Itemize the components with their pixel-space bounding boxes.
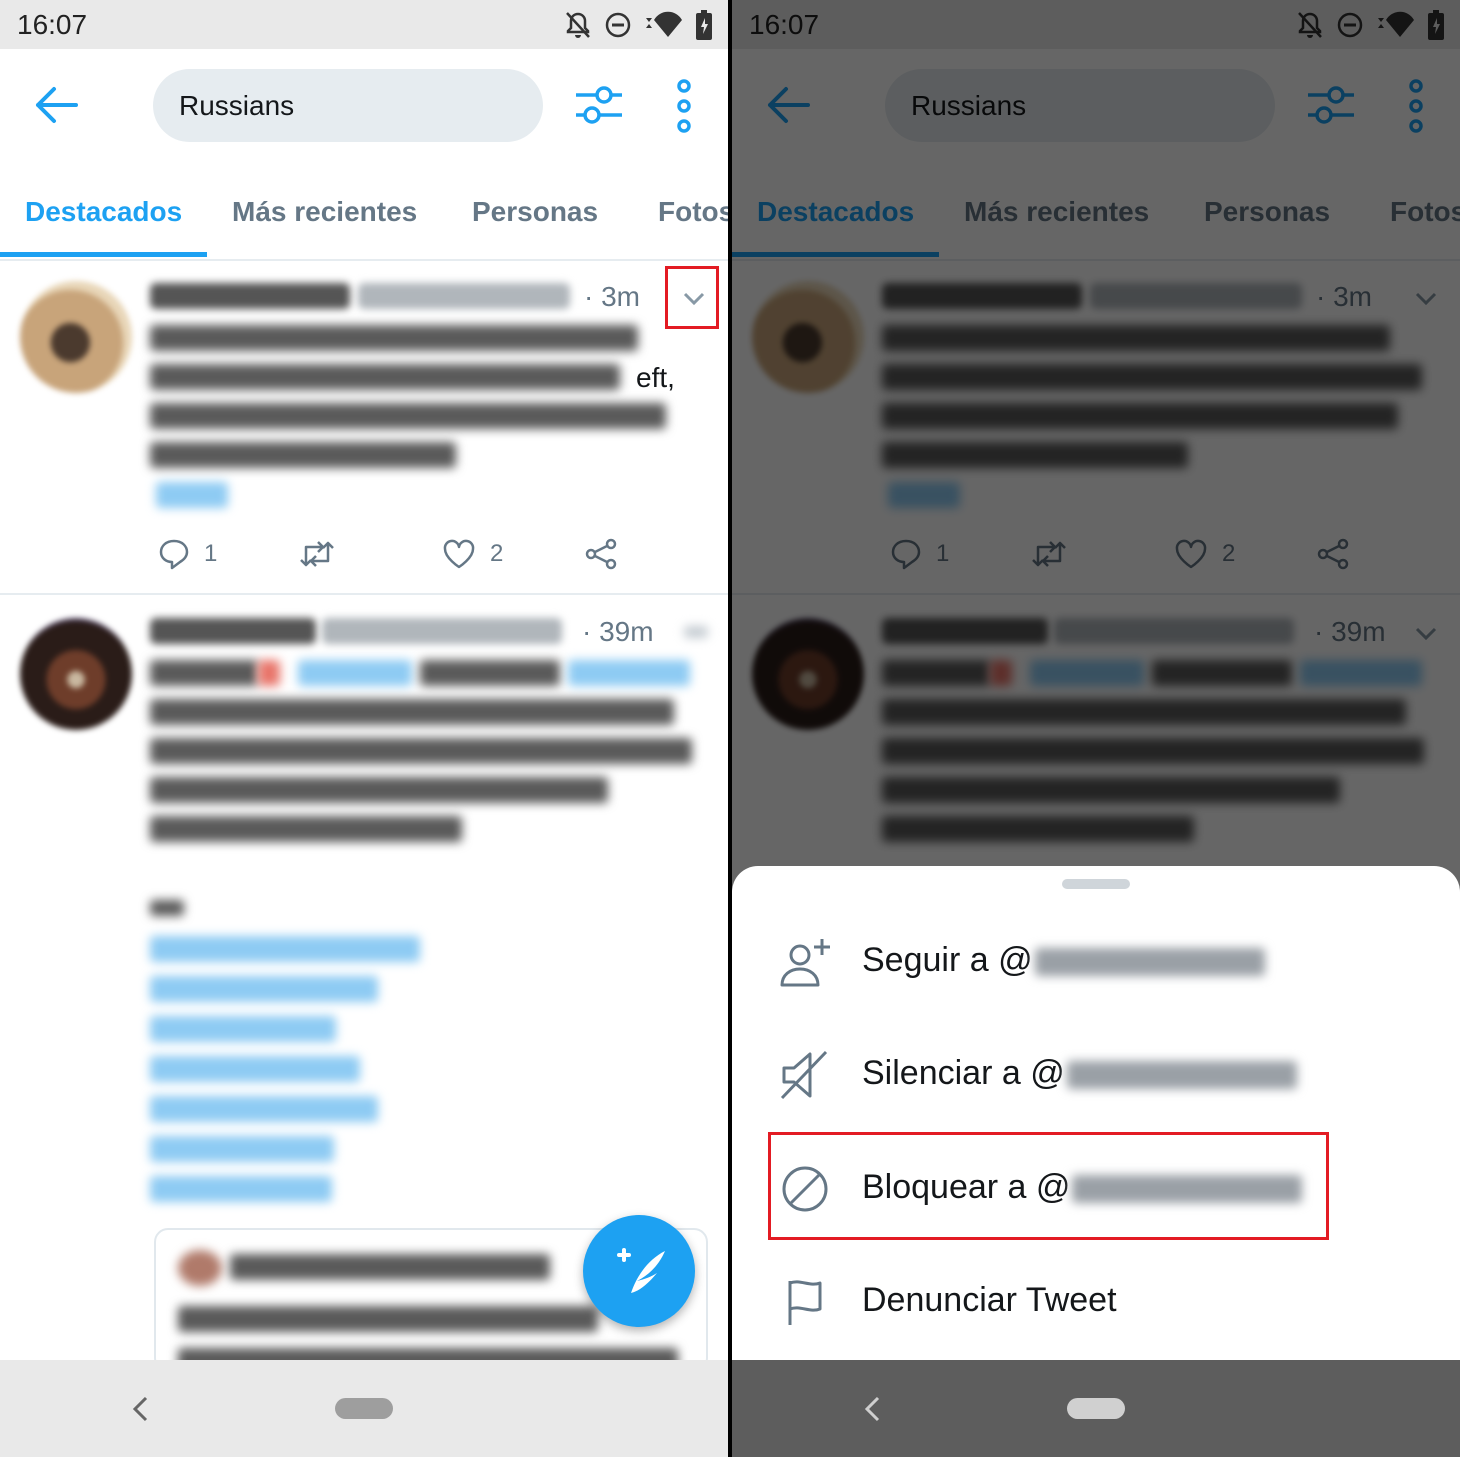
left-screen: 16:07 Russians Destacados Más recientes … — [0, 0, 728, 1457]
tweet-text-blurred — [150, 325, 638, 351]
highlight-box-chevron — [665, 266, 719, 329]
back-arrow-icon — [36, 87, 78, 123]
quoted-author-blurred — [230, 1254, 550, 1280]
search-filters-button[interactable] — [574, 83, 624, 127]
search-query: Russians — [179, 90, 295, 121]
tweet-text-blurred — [150, 699, 674, 725]
nav-home-button[interactable] — [335, 1398, 393, 1419]
hashtag-blurred[interactable] — [156, 482, 228, 508]
retweet-icon — [300, 541, 334, 567]
reply-button[interactable]: 1 — [158, 529, 217, 579]
share-icon — [585, 538, 617, 570]
mention-blurred[interactable] — [150, 1096, 378, 1122]
avatar — [178, 1250, 222, 1286]
mention-blurred[interactable] — [150, 1176, 332, 1202]
filter-sliders-icon — [576, 86, 622, 124]
tab-fotos[interactable]: Fotos — [658, 196, 728, 228]
tweet-text-blurred — [150, 900, 184, 916]
tweet-divider — [0, 593, 728, 595]
share-button[interactable] — [584, 529, 618, 579]
do-not-disturb-icon — [604, 11, 632, 39]
tab-personas[interactable]: Personas — [472, 196, 598, 228]
menu-item-label: Denunciar Tweet — [862, 1281, 1117, 1319]
tweet-actions: 1 2 — [0, 529, 728, 579]
mention-blurred[interactable] — [150, 976, 378, 1002]
nav-back-icon[interactable] — [862, 1395, 882, 1423]
tweet-text-blurred — [150, 442, 456, 468]
author-name-blurred[interactable] — [150, 283, 350, 309]
like-count: 2 — [490, 540, 504, 567]
handle-blurred — [1066, 1061, 1297, 1090]
menu-item-mute[interactable]: Silenciar a @ — [732, 1024, 1460, 1124]
search-toolbar: Russians — [0, 49, 728, 164]
quoted-text-blurred — [178, 1306, 598, 1332]
mention-blurred[interactable] — [568, 660, 690, 686]
menu-item-label: Seguir a @ — [862, 941, 1265, 980]
search-tabs: Destacados Más recientes Personas Fotos — [0, 164, 728, 261]
tweet-text-blurred — [420, 660, 560, 686]
flag-icon — [788, 1280, 822, 1325]
tweet-time: · 39m — [582, 616, 654, 647]
reply-icon — [159, 539, 189, 570]
back-button[interactable] — [32, 85, 82, 125]
mention-blurred[interactable] — [150, 936, 420, 962]
status-icons — [564, 8, 712, 42]
avatar[interactable] — [20, 281, 132, 393]
compose-tweet-button[interactable] — [583, 1215, 695, 1327]
status-bar: 16:07 — [0, 0, 728, 49]
tweet-options-sheet: Seguir a @ Silenciar a @ Bloquear a @ De… — [732, 866, 1460, 1360]
mute-icon — [780, 1050, 828, 1100]
avatar[interactable] — [20, 618, 132, 730]
active-tab-indicator — [0, 252, 207, 257]
tab-destacados[interactable]: Destacados — [25, 196, 182, 228]
tweet-time: · 3m — [584, 281, 640, 312]
sheet-drag-handle[interactable] — [1062, 879, 1130, 889]
handle-blurred — [1034, 948, 1265, 977]
tweet[interactable]: · 3m eft, 1 2 — [0, 261, 728, 594]
tweet-text-fragment: eft, — [636, 362, 675, 393]
tweet-text-blurred — [150, 777, 608, 803]
notifications-off-icon — [564, 10, 592, 40]
tweet-text-blurred — [150, 816, 462, 842]
author-handle-blurred[interactable] — [322, 618, 562, 644]
wifi-icon — [644, 10, 684, 40]
tweet-text-blurred — [150, 403, 666, 429]
nav-home-button[interactable] — [1067, 1398, 1125, 1419]
reply-count: 1 — [204, 540, 218, 567]
search-input[interactable]: Russians — [153, 69, 543, 142]
heart-icon — [443, 539, 475, 569]
menu-item-follow[interactable]: Seguir a @ — [732, 911, 1460, 1011]
mention-blurred[interactable] — [150, 1016, 336, 1042]
author-name-blurred[interactable] — [150, 618, 316, 644]
mention-blurred[interactable] — [150, 1136, 334, 1162]
author-handle-blurred[interactable] — [358, 283, 570, 309]
tweet-text-blurred — [150, 738, 692, 764]
tweet-text-blurred — [150, 364, 620, 390]
follow-user-icon — [780, 939, 830, 987]
menu-item-report[interactable]: Denunciar Tweet — [732, 1251, 1460, 1351]
compose-feather-icon — [617, 1248, 665, 1293]
battery-icon — [696, 10, 712, 40]
emoji-blurred — [258, 660, 280, 686]
menu-item-label: Silenciar a @ — [862, 1054, 1297, 1093]
status-time: 16:07 — [17, 9, 88, 40]
mention-blurred[interactable] — [298, 660, 412, 686]
overflow-dots-icon — [677, 79, 691, 133]
retweet-button[interactable] — [298, 529, 336, 579]
tweet-menu-blurred[interactable] — [684, 626, 708, 638]
mention-blurred[interactable] — [150, 1056, 360, 1082]
right-screen: 16:07 Russians Destacados Más recientes … — [732, 0, 1460, 1457]
highlight-box-block — [768, 1132, 1329, 1240]
more-options-button[interactable] — [672, 79, 696, 133]
tweet-text-blurred — [150, 660, 258, 686]
like-button[interactable]: 2 — [442, 529, 503, 579]
tab-mas-recientes[interactable]: Más recientes — [232, 196, 417, 228]
nav-back-icon[interactable] — [130, 1395, 150, 1423]
